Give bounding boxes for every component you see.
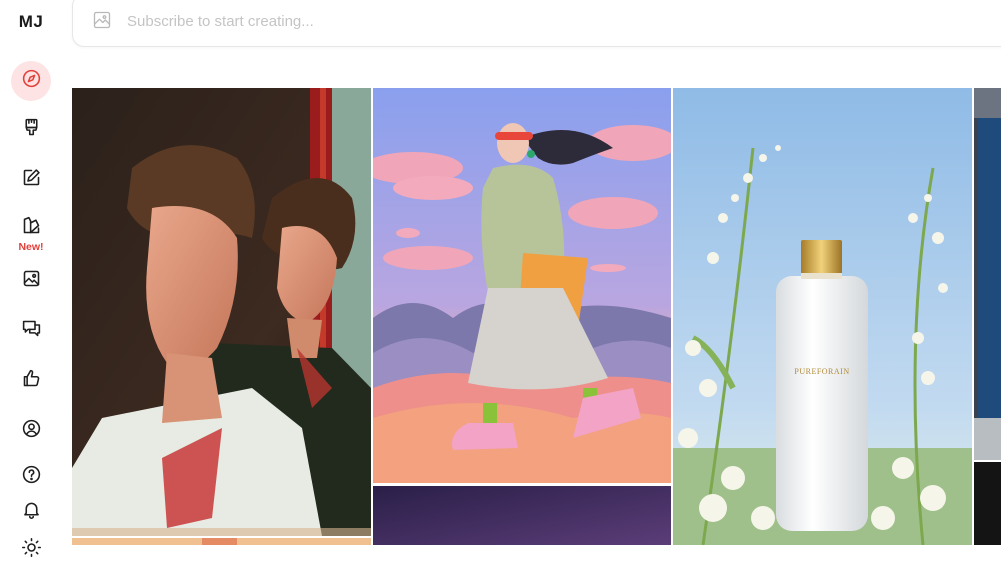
perfume-brand-text: PUREFORAIN [794, 367, 850, 376]
nav-edit[interactable] [11, 160, 51, 200]
palette-icon [21, 215, 42, 241]
nav-organize[interactable] [11, 261, 51, 301]
nav-updates[interactable] [11, 492, 51, 532]
gallery-image-3[interactable]: PUREFORAIN [673, 88, 972, 545]
gallery-image-6[interactable] [974, 462, 1001, 545]
nav-explore[interactable] [11, 61, 51, 101]
nav-profile[interactable] [11, 411, 51, 451]
nav-help[interactable] [11, 457, 51, 497]
chat-bubbles-icon [21, 318, 42, 344]
dark-image [974, 462, 1001, 545]
nav-create[interactable] [11, 110, 51, 150]
illustration-image [373, 88, 671, 483]
image-icon [21, 268, 42, 294]
warm-strip-image [72, 538, 371, 545]
new-badge: New! [18, 241, 44, 253]
thumbs-up-icon [21, 368, 42, 394]
gallery-image-7[interactable] [72, 538, 371, 545]
gallery-image-4[interactable] [974, 88, 1001, 460]
paintbrush-icon [21, 117, 42, 143]
compass-icon [21, 68, 42, 94]
user-circle-icon [21, 418, 42, 444]
help-icon [21, 464, 42, 490]
gradient-image [373, 486, 671, 545]
bell-icon [21, 499, 42, 525]
logo[interactable]: MJ [0, 12, 62, 32]
nav-chat[interactable] [11, 311, 51, 351]
edit-icon [21, 167, 42, 193]
portrait-image [72, 88, 371, 536]
gallery-image-2[interactable] [373, 88, 671, 483]
image-upload-icon[interactable] [92, 10, 112, 30]
nav-tasks[interactable] [11, 361, 51, 401]
sidebar: MJ New! [0, 0, 62, 558]
nav-theme[interactable] [11, 530, 51, 570]
perfume-image [673, 88, 972, 545]
gallery-image-1[interactable] [72, 88, 371, 536]
prompt-input[interactable] [125, 9, 729, 33]
prompt-bar [72, 0, 1001, 47]
sun-icon [21, 537, 42, 563]
gallery-image-5[interactable] [373, 486, 671, 545]
building-image [974, 88, 1001, 460]
